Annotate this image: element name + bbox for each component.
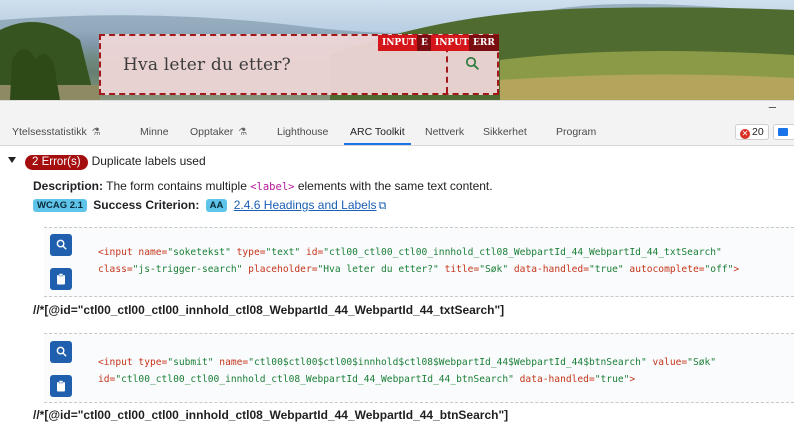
devtools-tabbar: Ytelsesstatistikk ⚗ Minne Opptaker ⚗ Lig…: [0, 118, 794, 146]
description-label: Description:: [33, 179, 104, 193]
error-count-pill: 2 Error(s): [25, 155, 88, 170]
tab-ytelsesstatistikk[interactable]: Ytelsesstatistikk ⚗: [12, 126, 101, 138]
search-placeholder: Hva leter du etter?: [123, 55, 291, 75]
inspect-button[interactable]: [50, 234, 72, 256]
error-count-badge[interactable]: ✕ 20: [735, 124, 769, 140]
xpath-text: //*[@id="ctl00_ctl00_ctl00_innhold_ctl08…: [33, 408, 509, 422]
input-badge-2: INPUT: [431, 35, 473, 51]
clipboard-icon: [57, 273, 65, 285]
issue-group-title: Duplicate labels used: [91, 154, 206, 168]
code-snippet: <input name="soketekst" type="text" id="…: [44, 227, 794, 297]
description-code: <label>: [250, 181, 295, 193]
clipboard-icon: [57, 380, 65, 392]
flask-icon: ⚗: [238, 127, 248, 138]
error-icon: ✕: [740, 129, 750, 139]
code-line: id="ctl00_ctl00_ctl00_innhold_ctl08_Webp…: [98, 374, 636, 385]
error-count: 20: [752, 126, 764, 138]
tab-arc-toolkit[interactable]: ARC Toolkit: [344, 126, 411, 145]
copy-button[interactable]: [50, 268, 72, 290]
description-text: The form contains multiple: [106, 179, 247, 193]
tab-sikkerhet[interactable]: Sikkerhet: [483, 126, 527, 138]
input-badge: INPUT: [378, 35, 420, 51]
code-line: class="js-trigger-search" placeholder="H…: [98, 264, 740, 275]
tab-minne[interactable]: Minne: [140, 126, 169, 138]
flask-icon: ⚗: [91, 127, 101, 138]
minimize-button[interactable]: –: [769, 99, 776, 114]
criterion-label: Success Criterion:: [93, 198, 200, 212]
tab-nettverk[interactable]: Nettverk: [425, 126, 464, 138]
tab-label: Nettverk: [425, 126, 465, 138]
devtools-titlebar: –: [0, 99, 794, 118]
caret-down-icon[interactable]: [8, 157, 16, 163]
err-badge: ERR: [469, 35, 499, 51]
arc-toolkit-panel: 2 Error(s) Duplicate labels used Descript…: [0, 147, 794, 430]
tab-program[interactable]: Program: [556, 126, 596, 138]
code-snippet: <input type="submit" name="ctl00$ctl00$c…: [44, 333, 794, 403]
tab-label: Opptaker: [190, 126, 234, 138]
external-link-icon[interactable]: ⧉: [379, 200, 387, 213]
tab-label: Ytelsesstatistikk: [12, 126, 87, 138]
tab-label: Lighthouse: [277, 126, 329, 138]
copy-button[interactable]: [50, 375, 72, 397]
tab-opptaker[interactable]: Opptaker ⚗: [190, 126, 247, 138]
search-icon: [465, 56, 479, 70]
xpath-text: //*[@id="ctl00_ctl00_ctl00_innhold_ctl08…: [33, 303, 505, 317]
code-line: <input name="soketekst" type="text" id="…: [98, 247, 722, 258]
error-marker-badge: E: [417, 35, 432, 51]
wcag-badge: WCAG 2.1: [33, 199, 87, 212]
code-line: <input type="submit" name="ctl00$ctl00$c…: [98, 357, 717, 368]
hero-banner: Hva leter du etter? INPUT E INPUT ERR: [0, 0, 794, 100]
tab-label: ARC Toolkit: [350, 126, 405, 138]
tab-label: Minne: [140, 126, 169, 138]
tab-label: Program: [556, 126, 597, 138]
message-icon: [778, 128, 788, 136]
message-count-badge[interactable]: [773, 124, 794, 140]
search-form: Hva leter du etter? INPUT E INPUT ERR: [99, 34, 499, 95]
issue-group-header[interactable]: 2 Error(s) Duplicate labels used: [8, 152, 206, 170]
level-badge: AA: [205, 199, 228, 212]
tab-lighthouse[interactable]: Lighthouse: [277, 126, 328, 138]
search-icon: [56, 239, 66, 250]
issue-description: Description: The form contains multiple …: [33, 179, 493, 193]
criterion-link[interactable]: 2.4.6 Headings and Labels: [234, 198, 377, 212]
inspect-button[interactable]: [50, 341, 72, 363]
search-icon: [56, 346, 66, 357]
tab-label: Sikkerhet: [483, 126, 527, 138]
description-text-2: elements with the same text content.: [297, 179, 493, 193]
success-criterion: WCAG 2.1 Success Criterion: AA 2.4.6 Hea…: [33, 198, 386, 214]
